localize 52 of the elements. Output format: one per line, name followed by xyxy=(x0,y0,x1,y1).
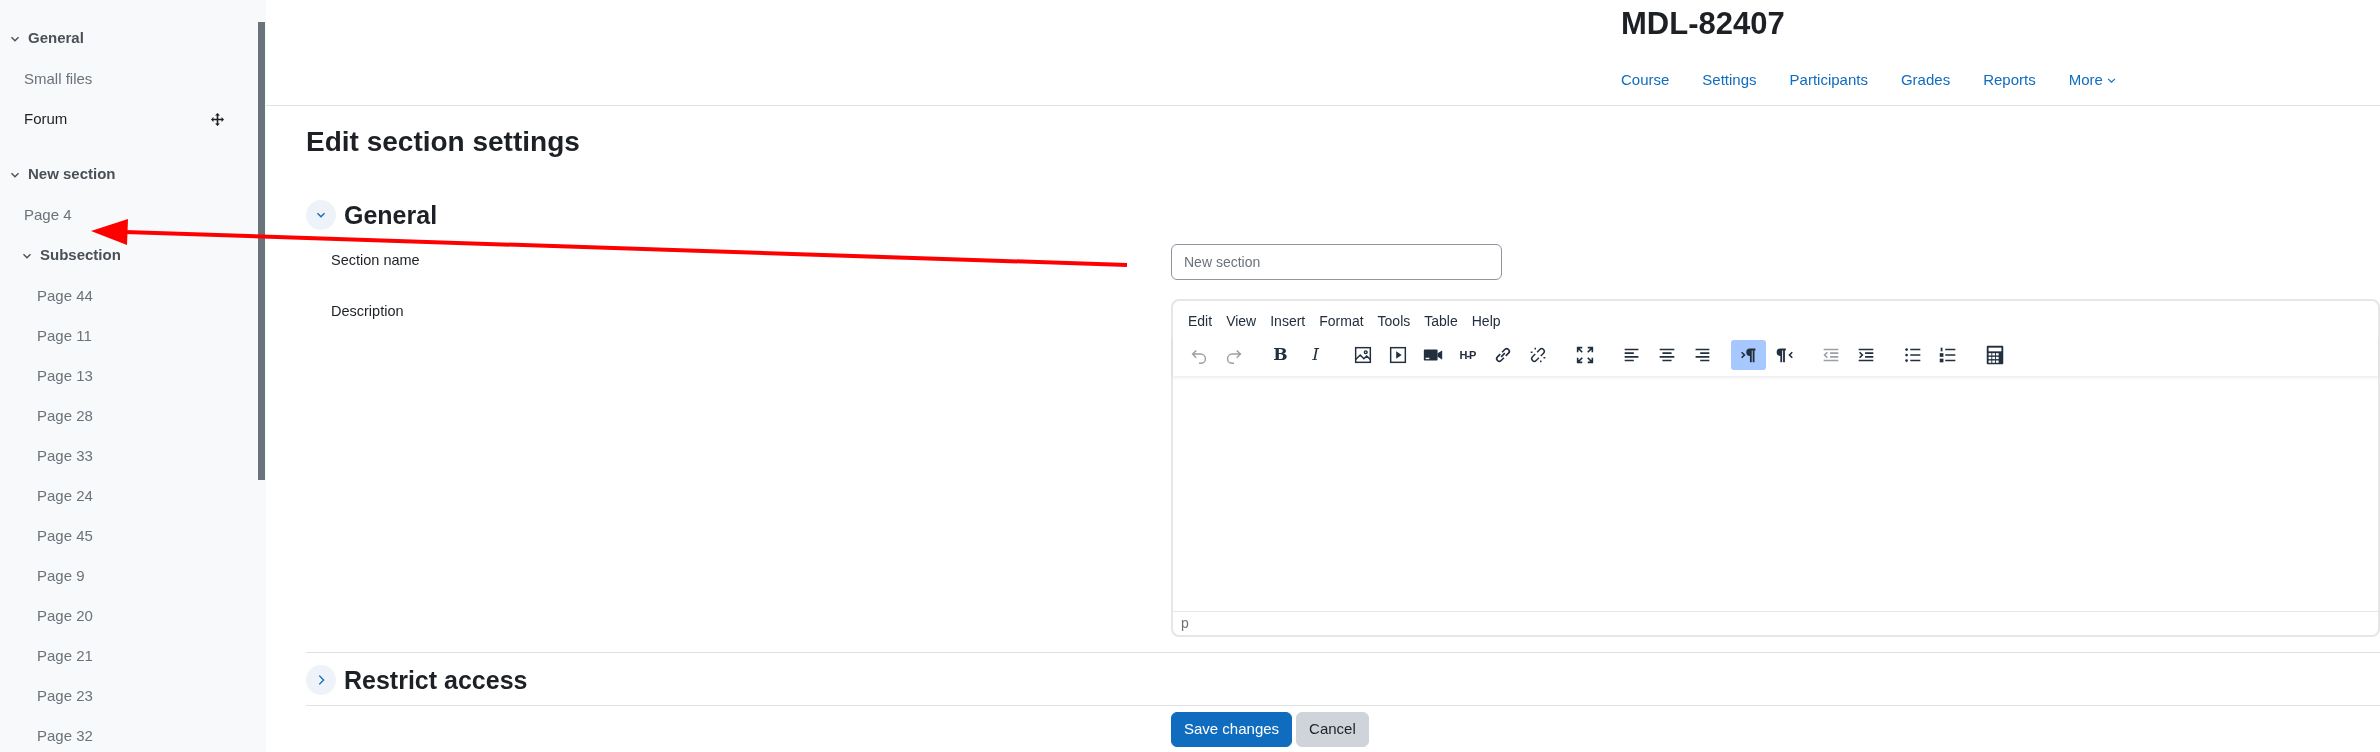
section-heading: Restrict access xyxy=(344,665,528,695)
field-label: Description xyxy=(330,302,405,321)
bold-button[interactable]: B xyxy=(1263,340,1298,370)
activity-link[interactable]: Page 20 xyxy=(37,604,93,628)
nav-link[interactable]: Settings xyxy=(1702,69,1757,92)
activity-link[interactable]: Page 13 xyxy=(37,364,93,388)
activity-link[interactable]: Page 33 xyxy=(37,444,93,468)
nav-link[interactable]: More xyxy=(2068,69,2116,92)
section-title[interactable]: Subsection xyxy=(40,244,121,267)
menu-item[interactable]: Help xyxy=(1464,307,1508,336)
course-section-heading[interactable]: New section xyxy=(0,154,266,195)
h5p-button[interactable]: H-P xyxy=(1450,340,1485,370)
collapse-toggle[interactable] xyxy=(306,200,336,230)
save-button[interactable]: Save changes xyxy=(1171,712,1293,747)
course-title: MDL-82407 xyxy=(1621,5,1785,43)
nav-link[interactable]: Participants xyxy=(1789,69,1868,92)
section-title[interactable]: New section xyxy=(28,163,116,186)
activity-link[interactable]: Forum xyxy=(24,107,68,131)
activity-link[interactable]: Page 44 xyxy=(37,284,93,308)
italic-button[interactable]: I xyxy=(1298,340,1333,370)
menu-item[interactable]: Edit xyxy=(1181,307,1220,336)
activity-link[interactable]: Page 45 xyxy=(37,524,93,548)
activity-link[interactable]: Page 9 xyxy=(37,564,85,588)
activity-link[interactable]: Small files xyxy=(24,67,93,91)
menu-item[interactable]: Insert xyxy=(1263,307,1313,336)
field-label: Section name xyxy=(330,251,421,270)
collapse-toggle[interactable] xyxy=(306,665,336,695)
section-name-field[interactable]: New section xyxy=(1171,244,1502,280)
section-heading: General xyxy=(344,200,438,230)
page-title: Edit section settings xyxy=(306,125,580,159)
move-icon[interactable] xyxy=(211,112,224,126)
activity-link[interactable]: Page 11 xyxy=(37,324,92,348)
activity-link[interactable]: Page 32 xyxy=(37,724,93,748)
activity-link[interactable]: Page 21 xyxy=(37,644,93,668)
menu-item[interactable]: Table xyxy=(1417,307,1465,336)
activity-link[interactable]: Page 24 xyxy=(37,484,93,508)
activity-link[interactable]: Page 23 xyxy=(37,684,93,708)
course-section-heading[interactable]: General xyxy=(0,18,266,59)
menu-item[interactable]: Format xyxy=(1312,307,1371,336)
nav-link[interactable]: Course xyxy=(1621,69,1670,92)
cancel-button[interactable]: Cancel xyxy=(1296,712,1369,747)
menu-item[interactable]: Tools xyxy=(1370,307,1418,336)
nav-link[interactable]: Grades xyxy=(1900,69,1951,92)
activity-link[interactable]: Page 4 xyxy=(24,203,72,227)
menu-item[interactable]: View xyxy=(1219,307,1264,336)
editor-status-path: p xyxy=(1173,611,2378,635)
scrollbar-thumb[interactable] xyxy=(258,22,265,480)
section-title[interactable]: General xyxy=(28,27,84,50)
course-section-heading[interactable]: Subsection xyxy=(0,235,266,276)
activity-link[interactable]: Page 28 xyxy=(37,404,93,428)
nav-link[interactable]: Reports xyxy=(1983,69,2036,92)
left-to-right-button[interactable] xyxy=(1731,340,1766,370)
